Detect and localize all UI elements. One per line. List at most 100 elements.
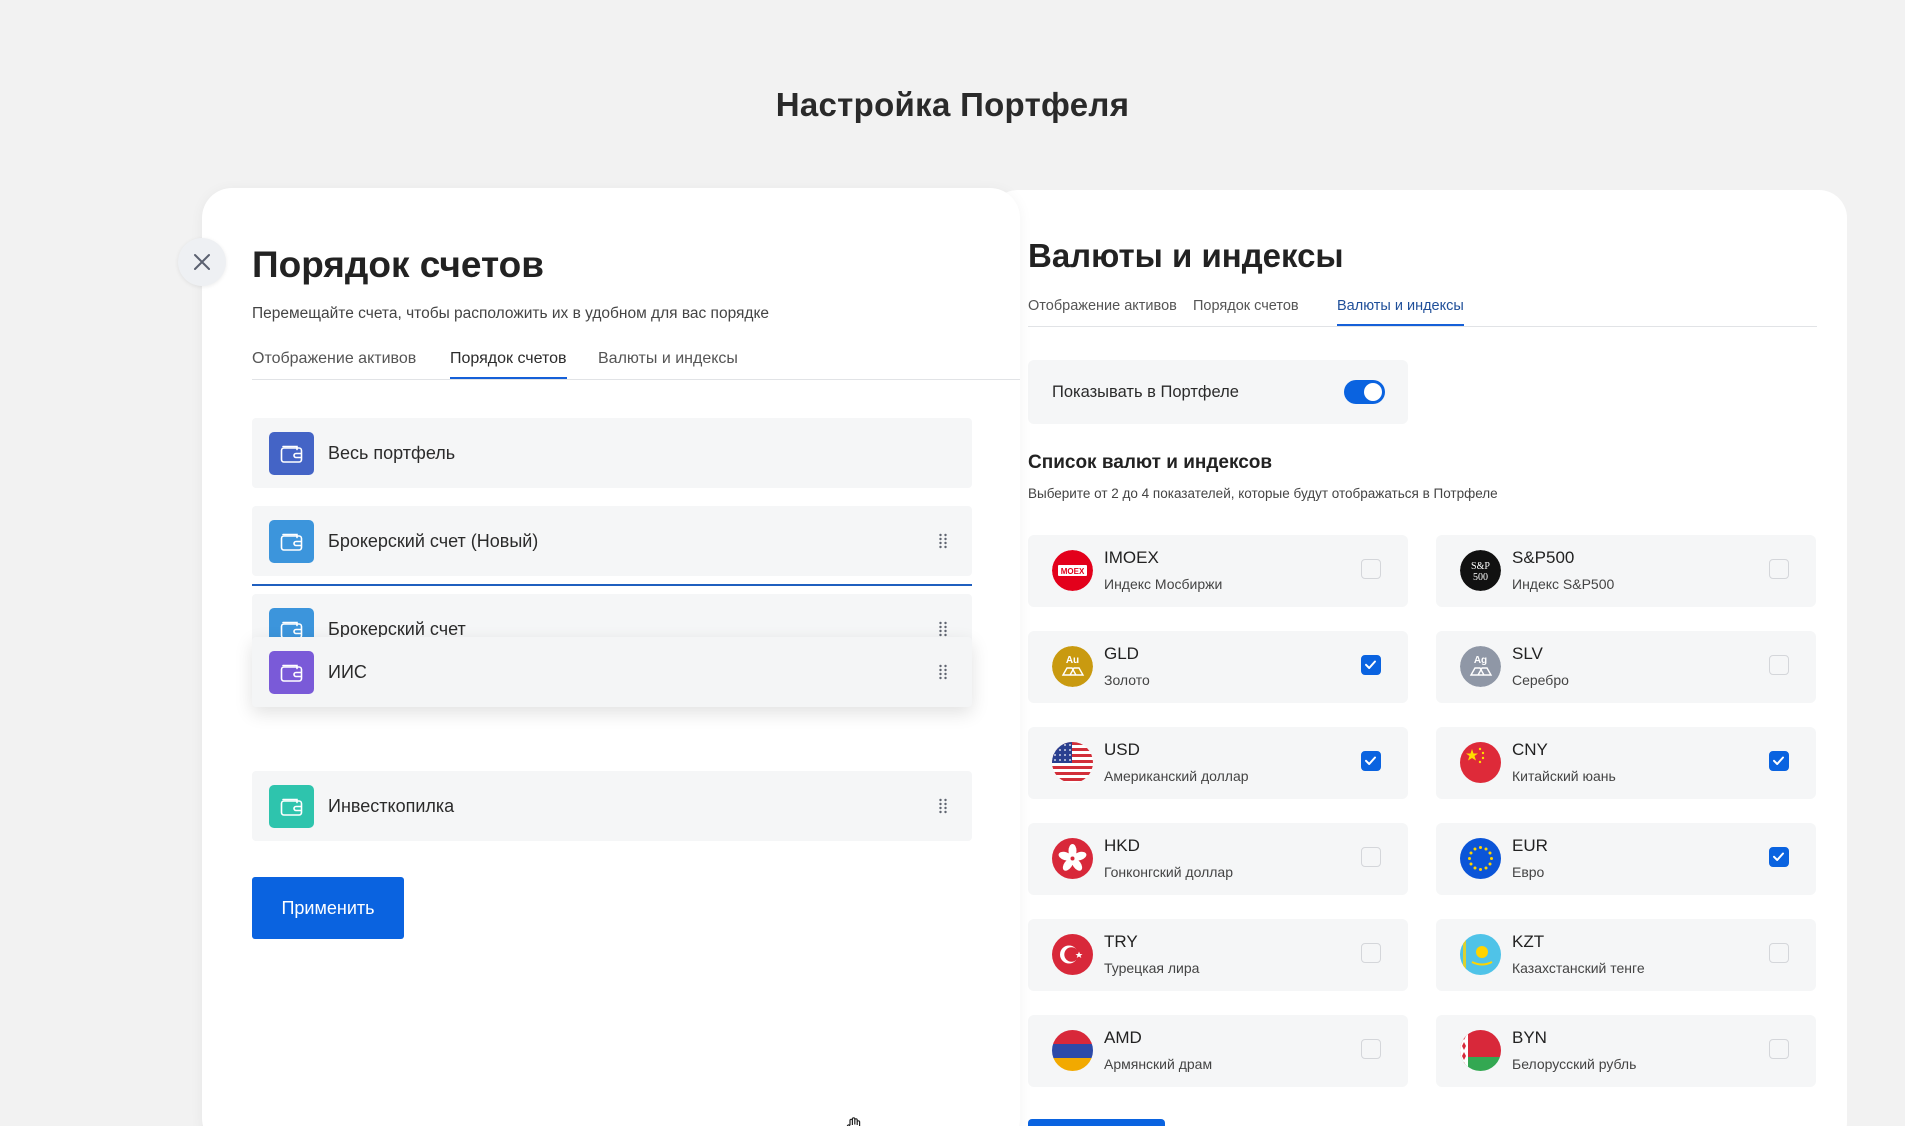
currency-list-subtitle: Выберите от 2 до 4 показателей, которые …	[1028, 486, 1498, 501]
currency-code: SLV	[1512, 644, 1543, 663]
wallet-icon	[269, 651, 314, 694]
accounts-order-subtitle: Перемещайте счета, чтобы расположить их …	[252, 305, 770, 322]
account-row-iis[interactable]: ИИС	[252, 637, 972, 1126]
eu-flag-icon	[1460, 838, 1501, 879]
wallet-icon	[269, 785, 314, 828]
accounts-order-title: Порядок счетов	[252, 244, 544, 285]
currency-checkbox[interactable]	[1769, 655, 1789, 675]
currency-checkbox[interactable]	[1361, 559, 1381, 579]
currency-name: Казахстанский тенге	[1512, 960, 1645, 976]
currency-code: AMD	[1104, 1028, 1142, 1047]
account-row-invest-piggy[interactable]: Инвесткопилка	[252, 771, 972, 841]
tab-assets-display[interactable]: Отображение активов	[252, 350, 416, 379]
currencies-panel-tabs: Отображение активов Порядок счетов Валют…	[1028, 298, 1817, 327]
currency-name: Американский доллар	[1104, 768, 1249, 784]
drag-handle-icon[interactable]	[938, 798, 948, 819]
close-button[interactable]	[178, 238, 226, 286]
currency-item[interactable]: S&P 500 S&P500 Индекс S&P500	[1436, 535, 1816, 607]
close-icon	[194, 254, 210, 270]
usa-flag-icon	[1052, 742, 1093, 783]
belarus-flag-icon	[1460, 1030, 1501, 1071]
currency-checkbox[interactable]	[1769, 559, 1789, 579]
currency-name: Евро	[1512, 864, 1545, 880]
currencies-apply-button[interactable]	[1028, 1119, 1165, 1126]
svg-text:MOEX: MOEX	[1061, 567, 1085, 576]
china-flag-icon	[1460, 742, 1501, 783]
currency-checkbox[interactable]	[1361, 1039, 1381, 1059]
account-label: Весь портфель	[328, 443, 456, 463]
currency-name: Китайский юань	[1512, 768, 1616, 784]
currency-checkbox[interactable]	[1361, 751, 1381, 771]
apply-button[interactable]: Применить	[252, 877, 404, 939]
tab-accounts-order[interactable]: Порядок счетов	[450, 350, 567, 379]
currency-name: Армянский драм	[1104, 1056, 1213, 1072]
turkey-flag-icon	[1052, 934, 1093, 975]
currencies-panel: Валюты и индексы Отображение активов Пор…	[990, 190, 1847, 1126]
account-label: ИИС	[328, 662, 367, 682]
drop-indicator-line	[252, 584, 972, 586]
show-in-portfolio-label: Показывать в Портфеле	[1052, 383, 1239, 401]
tab-currencies-indexes[interactable]: Валюты и индексы	[1337, 298, 1464, 326]
currency-checkbox[interactable]	[1769, 1039, 1789, 1059]
show-in-portfolio-setting: Показывать в Портфеле	[1028, 360, 1408, 424]
currency-item[interactable]: CNY Китайский юань	[1436, 727, 1816, 799]
currency-name: Золото	[1104, 672, 1150, 688]
moex-logo-icon: MOEX	[1052, 550, 1093, 591]
currency-code: GLD	[1104, 644, 1139, 663]
account-row-whole-portfolio[interactable]: Весь портфель	[252, 418, 972, 488]
currency-name: Индекс Мосбиржи	[1104, 576, 1223, 592]
toggle-knob	[1364, 383, 1382, 401]
currency-checkbox[interactable]	[1361, 943, 1381, 963]
tab-currencies-indexes[interactable]: Валюты и индексы	[598, 350, 738, 379]
currency-code: IMOEX	[1104, 548, 1159, 567]
account-row-broker-new[interactable]: Брокерский счет (Новый)	[252, 506, 972, 576]
currency-code: BYN	[1512, 1028, 1547, 1047]
silver-icon: Ag	[1460, 646, 1501, 687]
currency-item[interactable]: EUR Евро	[1436, 823, 1816, 895]
currency-list-title: Список валют и индексов	[1028, 452, 1273, 473]
currency-item[interactable]: Ag SLV Серебро	[1436, 631, 1816, 703]
currency-code: USD	[1104, 740, 1140, 759]
currency-item[interactable]: MOEX IMOEX Индекс Мосбиржи	[1028, 535, 1408, 607]
currency-item[interactable]: BYN Белорусский рубль	[1436, 1015, 1816, 1087]
currency-name: Гонконгский доллар	[1104, 864, 1233, 880]
wallet-icon	[269, 520, 314, 563]
show-in-portfolio-toggle[interactable]	[1344, 380, 1385, 404]
currency-name: Турецкая лира	[1104, 960, 1200, 976]
accounts-order-tabs: Отображение активов Порядок счетов Валют…	[252, 350, 1020, 380]
account-label: Брокерский счет (Новый)	[328, 531, 539, 551]
currency-item[interactable]: TRY Турецкая лира	[1028, 919, 1408, 991]
currency-code: TRY	[1104, 932, 1138, 951]
currency-item[interactable]: AMD Армянский драм	[1028, 1015, 1408, 1087]
currency-checkbox[interactable]	[1361, 847, 1381, 867]
drag-handle-icon[interactable]	[938, 664, 948, 685]
currency-code: CNY	[1512, 740, 1548, 759]
hong-kong-flag-icon	[1052, 838, 1093, 879]
currency-code: HKD	[1104, 836, 1140, 855]
currency-code: EUR	[1512, 836, 1548, 855]
currency-checkbox[interactable]	[1769, 943, 1789, 963]
currency-item[interactable]: USD Американский доллар	[1028, 727, 1408, 799]
currency-item[interactable]: HKD Гонконгский доллар	[1028, 823, 1408, 895]
currency-checkbox[interactable]	[1769, 847, 1789, 867]
currency-code: S&P500	[1512, 548, 1575, 567]
currency-checkbox[interactable]	[1769, 751, 1789, 771]
drag-handle-icon[interactable]	[938, 533, 948, 554]
gold-icon: Au	[1052, 646, 1093, 687]
currency-item[interactable]: KZT Казахстанский тенге	[1436, 919, 1816, 991]
armenia-flag-icon	[1052, 1030, 1093, 1071]
account-label: Инвесткопилка	[328, 796, 455, 816]
page-title: Настройка Портфеля	[775, 86, 1130, 123]
tab-assets-display[interactable]: Отображение активов	[1028, 298, 1177, 326]
currency-item[interactable]: Au GLD Золото	[1028, 631, 1408, 703]
currency-name: Индекс S&P500	[1512, 576, 1615, 592]
tab-accounts-order[interactable]: Порядок счетов	[1193, 298, 1299, 326]
currency-checkbox[interactable]	[1361, 655, 1381, 675]
currencies-panel-title: Валюты и индексы	[1028, 237, 1344, 274]
kazakhstan-flag-icon	[1460, 934, 1501, 975]
accounts-order-panel: Порядок счетов Перемещайте счета, чтобы …	[202, 188, 1020, 1126]
currency-name: Белорусский рубль	[1512, 1056, 1637, 1072]
svg-text:Au: Au	[1066, 655, 1079, 666]
currency-code: KZT	[1512, 932, 1545, 951]
svg-text:500: 500	[1473, 572, 1488, 583]
